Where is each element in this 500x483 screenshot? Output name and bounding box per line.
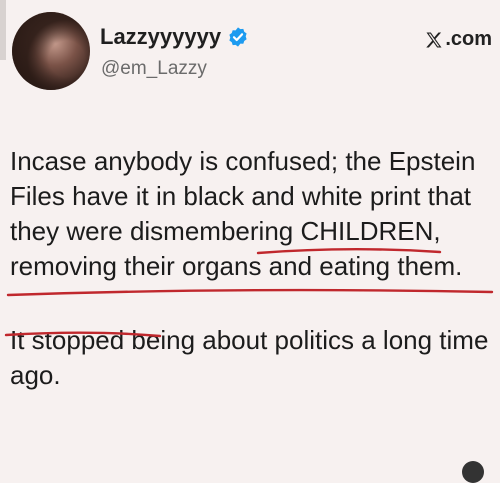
tweet-paragraph-1: Incase anybody is confused; the Epstein … [10,146,476,281]
corner-dot [462,461,484,483]
x-logo-icon [426,32,442,47]
tweet-body: Incase anybody is confused; the Epstein … [10,144,496,393]
edge-bar [0,0,6,60]
avatar[interactable] [12,12,90,90]
tweet-paragraph-2: It stopped being about politics a long t… [10,325,489,390]
display-name[interactable]: Lazzyyyyyy [100,24,221,50]
brand-domain: .com [445,28,492,50]
verified-badge-icon [229,27,247,47]
author-row: Lazzyyyyyy [100,24,249,50]
user-handle[interactable]: @em_Lazzy [101,58,207,80]
brand-mark: .com [424,28,492,51]
avatar-shade [12,12,90,90]
